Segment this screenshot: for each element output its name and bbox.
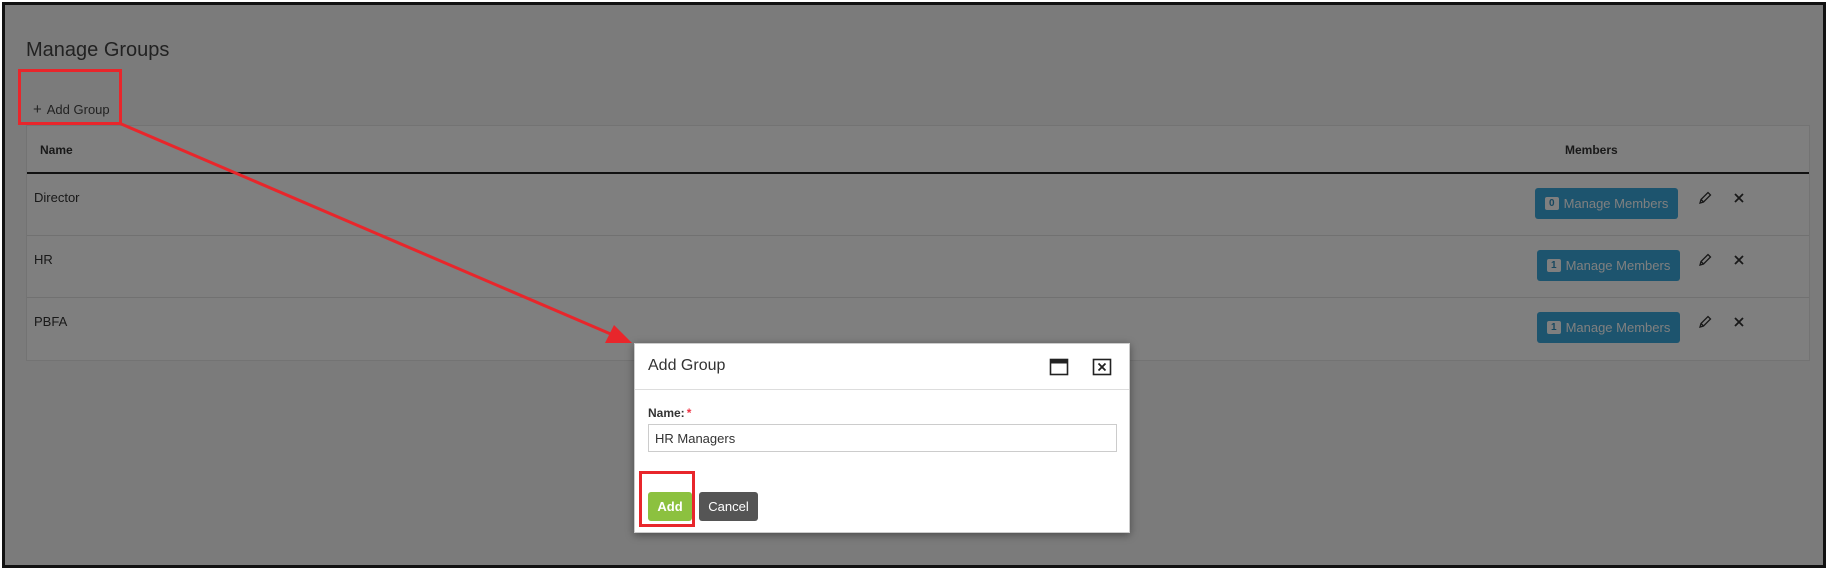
- screenshot-frame: Manage Groups + Add Group Name Members D…: [2, 2, 1826, 568]
- name-label-text: Name:: [648, 406, 685, 420]
- add-button[interactable]: Add: [648, 492, 692, 521]
- required-marker: *: [686, 406, 692, 420]
- name-field-label: Name: *: [648, 406, 691, 420]
- window-maximize-icon[interactable]: [1049, 358, 1069, 376]
- dialog-title: Add Group: [648, 357, 726, 374]
- dialog-header: Add Group: [635, 344, 1129, 390]
- add-group-dialog: Add Group Name:* Add Cancel: [634, 343, 1130, 533]
- window-close-icon[interactable]: [1092, 358, 1112, 376]
- group-name-input[interactable]: [648, 424, 1117, 452]
- cancel-button[interactable]: Cancel: [699, 492, 758, 521]
